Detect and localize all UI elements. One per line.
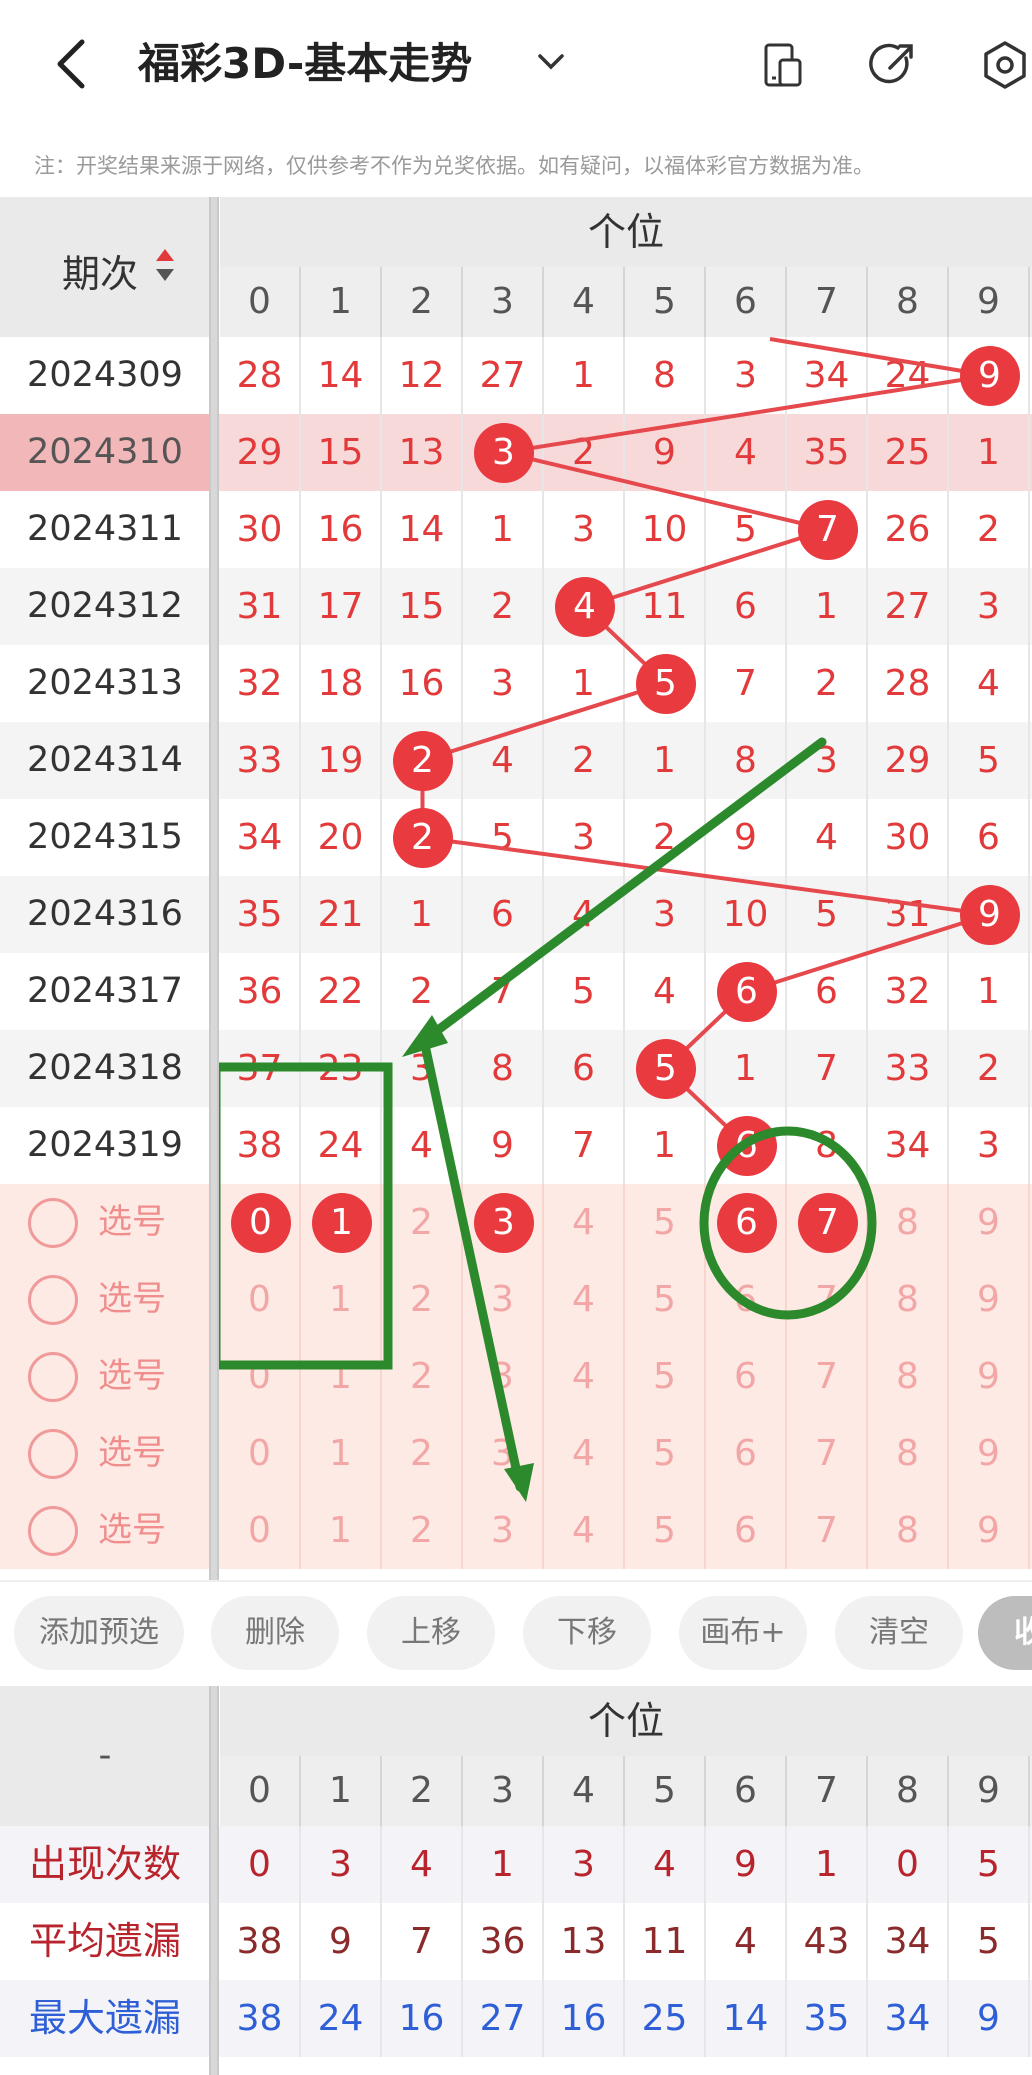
toolbar-button-1[interactable]: 删除: [211, 1596, 339, 1670]
digit-header-0: 0: [220, 1756, 301, 1826]
digit-header-6: 6: [706, 1756, 787, 1826]
stats-value: 35: [787, 1980, 868, 2057]
digit-header-2: 2: [382, 1756, 463, 1826]
stats-value: 34: [868, 1980, 949, 2057]
stats-cells: 0341349105: [220, 1826, 1032, 1903]
stats-row: 出现次数 0 3 4 1 3 4 9 1 0 5: [0, 1826, 1032, 1903]
digit-header-1: 1: [301, 1756, 382, 1826]
back-icon[interactable]: [52, 36, 92, 92]
annotations: [211, 737, 877, 1502]
column-divider: [209, 197, 219, 1580]
stats-value: 4: [382, 1826, 463, 1903]
stats-value: 1: [787, 1826, 868, 1903]
stats-value: 16: [382, 1980, 463, 2057]
stats-cells: 38 9 7 36 13 11 4 43 34 5: [220, 1903, 1032, 1980]
annotation-mark: [504, 1463, 534, 1502]
digit-header-9: 9: [949, 1756, 1030, 1826]
stats-row-label: 最大遗漏: [28, 1996, 181, 2040]
stats-value: 11: [625, 1903, 706, 1980]
stats-row: 平均遗漏 38 9 7 36 13 11 4 43 34 5: [0, 1903, 1032, 1980]
toolbar-button-5[interactable]: 清空: [835, 1596, 963, 1670]
stats-value: 34: [868, 1903, 949, 1980]
chevron-down-icon[interactable]: [534, 44, 568, 86]
stats-value: 13: [544, 1903, 625, 1980]
annotation-mark: [413, 737, 827, 1050]
device-icon[interactable]: [758, 40, 808, 90]
stats-value: 4: [625, 1826, 706, 1903]
app-header: 福彩3D-基本走势: [0, 0, 1032, 130]
stats-cells: 38 24 16 27 16 25 14 35 34 9: [220, 1980, 1032, 2057]
stats-value: 9: [949, 1980, 1030, 2057]
digit-header-4: 4: [544, 1756, 625, 1826]
share-icon[interactable]: [868, 40, 918, 90]
stats-value: 38: [220, 1980, 301, 2057]
disclaimer-note: 注：开奖结果来源于网络，仅供参考不作为兑奖依据。如有疑问，以福体彩官方数据为准。: [34, 154, 874, 178]
stats-column-divider: [209, 1686, 219, 2075]
settings-icon[interactable]: [980, 40, 1030, 90]
stats-row: 最大遗漏 38 24 16 27 16 25 14 35 34 9: [0, 1980, 1032, 2057]
stats-value: 5: [949, 1903, 1030, 1980]
stats-value: 7: [382, 1903, 463, 1980]
digit-header-5: 5: [625, 1756, 706, 1826]
stats-value: 14: [706, 1980, 787, 2057]
toolbar-button-2[interactable]: 上移: [367, 1596, 495, 1670]
stats-value: 9: [301, 1903, 382, 1980]
toolbar-button-3[interactable]: 下移: [523, 1596, 651, 1670]
annotation-mark: [699, 1126, 877, 1320]
stats-value: 25: [625, 1980, 706, 2057]
action-toolbar: 添加预选删除上移下移画布+ 清空收起: [0, 1580, 1032, 1685]
stats-group-header: 个位: [220, 1686, 1032, 1756]
stats-value: 3: [301, 1826, 382, 1903]
stats-value: 38: [220, 1903, 301, 1980]
annotation-mark: [420, 1040, 525, 1492]
digit-header-7: 7: [787, 1756, 868, 1826]
stats-value: 36: [463, 1903, 544, 1980]
stats-value: 16: [544, 1980, 625, 2057]
page-title[interactable]: 福彩3D-基本走势: [138, 34, 472, 94]
digit-header-8: 8: [868, 1756, 949, 1826]
stats-value: 4: [706, 1903, 787, 1980]
stats-digit-header-row: 0123456789: [220, 1756, 1032, 1826]
stats-value: 0: [868, 1826, 949, 1903]
stats-value: 0: [220, 1826, 301, 1903]
toolbar-button-0[interactable]: 添加预选: [14, 1596, 184, 1670]
digit-header-3: 3: [463, 1756, 544, 1826]
stats-value: 5: [949, 1826, 1030, 1903]
stats-value: 27: [463, 1980, 544, 2057]
stats-value: 9: [706, 1826, 787, 1903]
stats-row-label: 出现次数: [28, 1842, 181, 1886]
toolbar-button-6[interactable]: 收起: [978, 1596, 1032, 1670]
stats-value: 24: [301, 1980, 382, 2057]
stats-value: 43: [787, 1903, 868, 1980]
toolbar-button-4[interactable]: 画布+: [679, 1596, 807, 1670]
stats-table: - 个位 0123456789 出现次数 0 3 4 1 3 4 9 1 0 5 平均遗漏 38 9 7 36…: [0, 1686, 1032, 2075]
stats-left-header: -: [0, 1686, 210, 1826]
annotation-mark: [211, 1062, 393, 1370]
stats-row-label: 平均遗漏: [28, 1919, 181, 1963]
stats-value: 1: [463, 1826, 544, 1903]
stats-value: 3: [544, 1826, 625, 1903]
